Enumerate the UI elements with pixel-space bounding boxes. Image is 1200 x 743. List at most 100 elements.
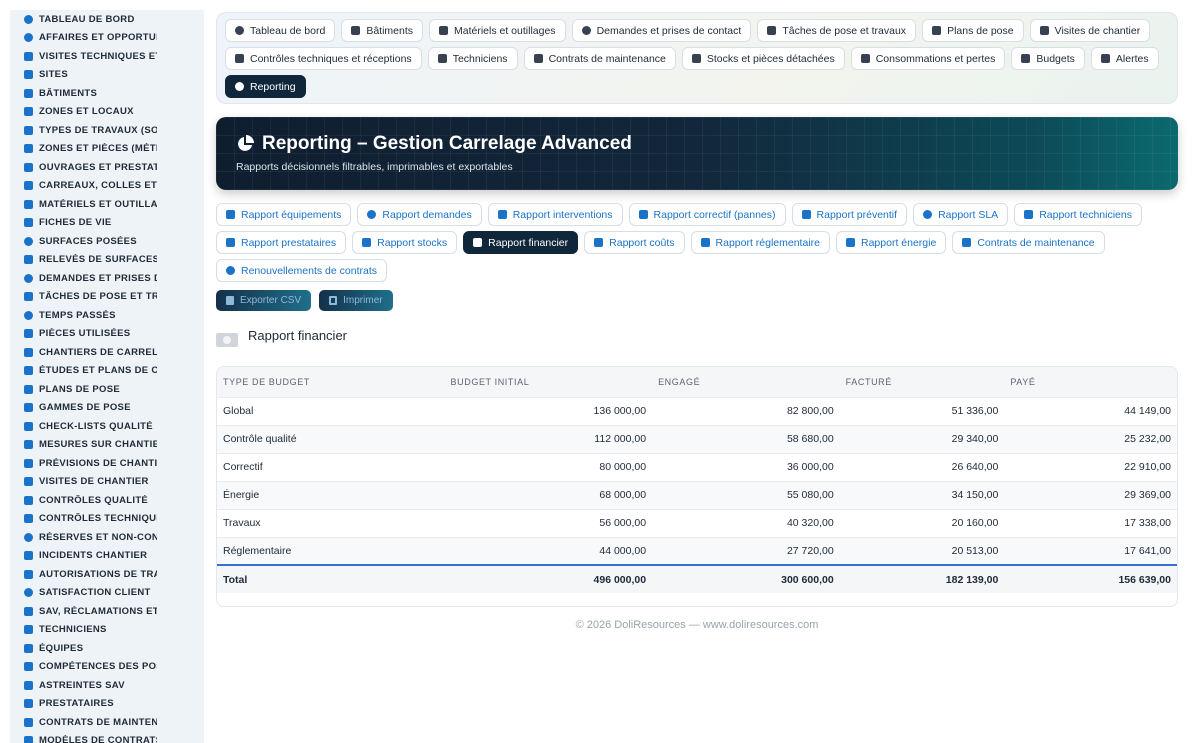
sidebar-item[interactable]: CHANTIERS DE CARRELAGE [10,343,204,362]
nav-tab[interactable]: Stocks et pièces détachées [681,47,845,70]
sidebar-item[interactable]: BÂTIMENTS [10,84,204,103]
nav-tab[interactable]: Budgets [1011,47,1085,70]
sidebar-item[interactable]: VISITES TECHNIQUES ET AVANT-VENTE [10,47,204,66]
total-amount-cell: 300 600,00 [652,564,840,593]
sidebar-item[interactable]: OUVRAGES ET PRESTATIONS [10,158,204,177]
report-tab[interactable]: Rapport correctif (pannes) [628,203,786,226]
report-tab-label: Rapport préventif [816,208,898,221]
sidebar-item[interactable]: CARREAUX, COLLES ET JOINTS [10,177,204,196]
export-csv-button[interactable]: Exporter CSV [216,290,312,311]
sidebar-item[interactable]: ZONES ET LOCAUX [10,103,204,122]
sidebar-item[interactable]: PRESTATAIRES [10,695,204,714]
sidebar-item[interactable]: AUTORISATIONS DE TRAVAUX [10,565,204,584]
money-icon [473,238,483,247]
sidebar-item[interactable]: ÉTUDES ET PLANS DE CALEPINAGE [10,362,204,381]
sidebar-item[interactable]: TÂCHES DE POSE ET TRAVAUX [10,288,204,307]
nav-tab[interactable]: Reporting [225,75,306,98]
amount-cell: 17 338,00 [1004,508,1177,537]
nav-tab[interactable]: Consommations et pertes [850,47,1006,70]
report-tab[interactable]: Rapport techniciens [1014,203,1142,226]
sidebar-item[interactable]: RELEVÉS DE SURFACES [10,251,204,270]
report-tab[interactable]: Rapport demandes [357,203,482,226]
nav-tab[interactable]: Contrôles techniques et réceptions [225,47,422,70]
sidebar-item-label: PLANS DE POSE [39,383,120,395]
report-tab[interactable]: Rapport préventif [791,203,908,226]
phone-icon [24,680,33,690]
sidebar-item[interactable]: PIÈCES UTILISÉES [10,325,204,344]
sidebar-item[interactable]: ZONES ET PIÈCES (MÉTRÉS) [10,140,204,159]
report-tab[interactable]: Rapport coûts [584,231,685,254]
sitemap-icon [362,238,372,247]
grid-icon [24,144,33,154]
sidebar-item[interactable]: MODÈLES DE CONTRATS [10,732,204,743]
sidebar-item[interactable]: RÉSERVES ET NON-CONFORMITÉS [10,528,204,547]
sidebar-item[interactable]: CHECK-LISTS QUALITÉ [10,417,204,436]
print-button[interactable]: Imprimer [319,290,393,311]
nav-tab-label: Tableau de bord [250,24,326,37]
sidebar-item[interactable]: VISITES DE CHANTIER [10,473,204,492]
sidebar-item[interactable]: DEMANDES ET PRISES DE CONTACT [10,269,204,288]
calendar-icon [801,210,811,219]
report-tab[interactable]: Rapport interventions [487,203,623,226]
sidebar-item-label: TEMPS PASSÉS [39,309,116,321]
report-tab[interactable]: Rapport stocks [352,231,458,254]
sitemap-icon [24,125,33,135]
nav-tab[interactable]: Alertes [1090,47,1159,70]
nav-tab[interactable]: Bâtiments [341,19,423,42]
sidebar-item[interactable]: TEMPS PASSÉS [10,306,204,325]
amount-cell: 44 000,00 [444,536,653,565]
report-tab[interactable]: Rapport financier [463,231,579,254]
nav-tab-label: Techniciens [452,52,508,65]
sidebar-item[interactable]: GAMMES DE POSE [10,399,204,418]
hero-banner: Reporting – Gestion Carrelage Advanced R… [216,117,1178,190]
sidebar-item[interactable]: ASTREINTES SAV [10,676,204,695]
nav-tab[interactable]: Plans de pose [922,19,1024,42]
report-tab[interactable]: Rapport réglementaire [690,231,830,254]
sidebar-item[interactable]: MESURES SUR CHANTIER [10,436,204,455]
nav-tab[interactable]: Contrats de maintenance [523,47,676,70]
sidebar-item[interactable]: SATISFACTION CLIENT [10,584,204,603]
calendar-icon [24,384,33,394]
nav-tab[interactable]: Techniciens [427,47,518,70]
nav-tab[interactable]: Demandes et prises de contact [571,19,752,42]
sidebar-item[interactable]: ÉQUIPES [10,639,204,658]
report-tab[interactable]: Renouvellements de contrats [216,259,387,282]
nav-tab[interactable]: Visites de chantier [1029,19,1151,42]
sidebar-item[interactable]: SAV, RÉCLAMATIONS ET GARANTIES [10,602,204,621]
sidebar-item[interactable]: PLANS DE POSE [10,380,204,399]
sidebar-item[interactable]: TYPES DE TRAVAUX (SOLS, MURS) [10,121,204,140]
report-tab[interactable]: Rapport prestataires [216,231,347,254]
report-tab-label: Rapport réglementaire [715,236,820,249]
nav-tab[interactable]: Matériels et outillages [429,19,566,42]
table-row: Énergie 68 000,00 55 080,00 34 150,00 29 369… [217,480,1177,509]
sidebar-item[interactable]: COMPÉTENCES DES POSEURS [10,658,204,677]
report-tab[interactable]: Contrats de maintenance [952,231,1105,254]
sidebar-item[interactable]: AFFAIRES ET OPPORTUNITÉS [10,29,204,48]
amount-cell: 56 000,00 [444,508,653,537]
file-csv-icon [226,296,234,305]
sidebar-item[interactable]: SITES [10,66,204,85]
hammer-icon [24,347,33,357]
report-tab[interactable]: Rapport SLA [913,203,1009,226]
sidebar-item[interactable]: CONTRÔLES TECHNIQUES [10,510,204,529]
report-tab[interactable]: Rapport énergie [836,231,947,254]
amount-cell: 20 513,00 [839,536,1005,565]
sidebar-item[interactable]: CONTRÔLES QUALITÉ [10,491,204,510]
sidebar-item[interactable]: MATÉRIELS ET OUTILLAGES [10,195,204,214]
sidebar-item[interactable]: CONTRATS DE MAINTENANCE [10,713,204,732]
sidebar-item[interactable]: INCIDENTS CHANTIER [10,547,204,566]
file-contract-icon [533,54,543,63]
sidebar-item[interactable]: TECHNICIENS [10,621,204,640]
nav-tab[interactable]: Tableau de bord [225,19,336,42]
sidebar-item[interactable]: SURFACES POSÉES [10,232,204,251]
sidebar-item[interactable]: TABLEAU DE BORD [10,10,204,29]
amount-cell: 82 800,00 [652,396,840,425]
bolt-icon [846,238,855,247]
clipboard-icon [235,54,244,63]
sidebar-item[interactable]: PRÉVISIONS DE CHANTIER [10,454,204,473]
sidebar-item-label: ÉQUIPES [39,642,84,654]
report-tab[interactable]: Rapport équipements [216,203,352,226]
calendar-icon [932,26,942,35]
sidebar-item[interactable]: FICHES DE VIE [10,214,204,233]
nav-tab[interactable]: Tâches de pose et travaux [757,19,917,42]
